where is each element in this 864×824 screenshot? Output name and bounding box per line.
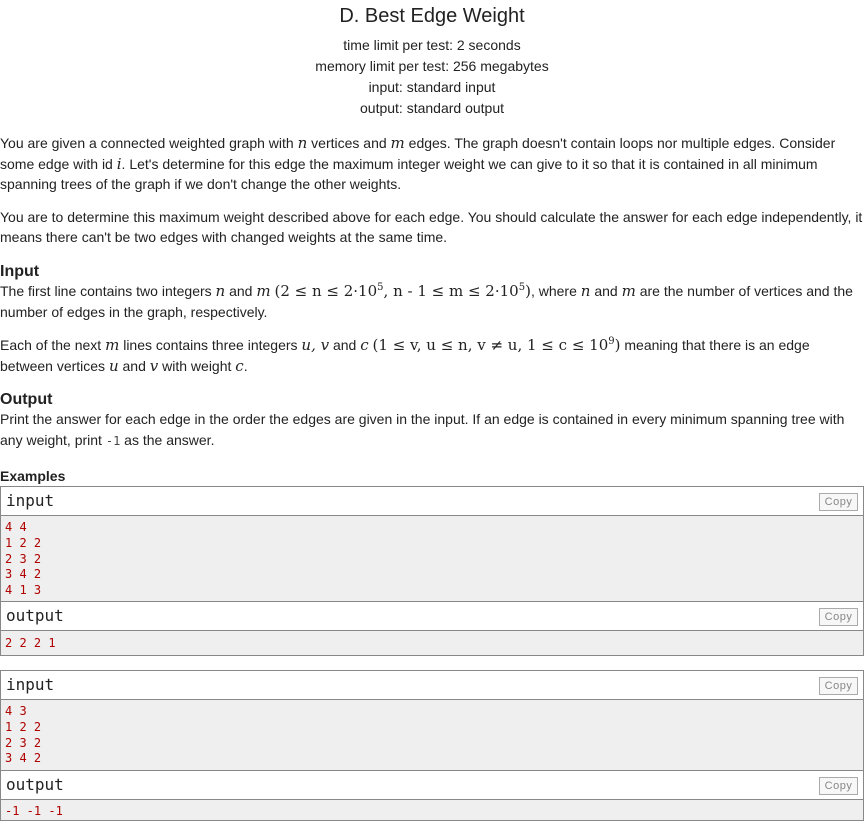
output-section: Output Print the answer for each edge in…	[0, 390, 864, 451]
text: and	[590, 283, 622, 299]
statement-paragraph-2: You are to determine this maximum weight…	[0, 208, 863, 246]
text: , where	[530, 283, 581, 299]
example-output-header: output Copy	[1, 771, 863, 800]
output-section-title: Output	[0, 391, 53, 408]
text: Each of the next	[0, 337, 106, 353]
math-u: u	[108, 356, 119, 375]
code-line: 2 3 2	[5, 735, 42, 750]
code-line: 1 2 2	[5, 719, 42, 734]
input-label: input	[6, 491, 55, 510]
math: (1 ≤ v, u ≤ n, v ≠ u, 1 ≤ c ≤ 10	[372, 336, 609, 354]
text: as the answer.	[120, 431, 215, 448]
input-section-title: Input	[0, 263, 40, 280]
input-spec: input: standard input	[368, 79, 496, 95]
math-c: c	[235, 356, 244, 375]
text: You are given a connected weighted graph…	[0, 135, 298, 151]
code-line: 3 4 2	[5, 751, 42, 766]
example-input-header: input Copy	[1, 671, 863, 700]
output-label: output	[6, 775, 64, 794]
math-n: n	[297, 134, 308, 152]
constraint-nm: (2 ≤ n ≤ 2·105, n - 1 ≤ m ≤ 2·105)	[274, 282, 530, 300]
output-label: output	[6, 606, 64, 625]
limits-block: time limit per test: 2 seconds memory li…	[0, 35, 864, 119]
input-line-1: The first line contains two integers n a…	[0, 281, 864, 322]
copy-button[interactable]: Copy	[819, 677, 858, 695]
example-input-header: input Copy	[1, 487, 863, 516]
math-c: c	[360, 336, 369, 354]
math: (2 ≤ n ≤ 2·10	[274, 282, 378, 300]
example-output-body[interactable]: 2 2 2 1	[1, 631, 863, 655]
code-line: 4 1 3	[5, 583, 42, 598]
input-section: Input The first line contains two intege…	[0, 262, 864, 376]
math-v: v	[149, 356, 159, 375]
code-line: 2 2 2 1	[5, 636, 56, 650]
examples-title: Examples	[0, 468, 66, 484]
code-line: 2 3 2	[5, 551, 42, 566]
constraint-uvc: (1 ≤ v, u ≤ n, v ≠ u, 1 ≤ c ≤ 109)	[373, 336, 621, 354]
copy-button[interactable]: Copy	[819, 493, 858, 511]
math-m: m	[621, 282, 636, 300]
code-line: 4 4	[5, 520, 27, 534]
math-m: m	[390, 134, 405, 152]
math: , n - 1 ≤ m ≤ 2·10	[383, 282, 519, 300]
problem-title: D. Best Edge Weight	[339, 5, 525, 27]
text: and	[329, 337, 361, 353]
statement: You are given a connected weighted graph…	[0, 133, 864, 248]
text: .	[243, 357, 248, 374]
math-m: m	[105, 336, 120, 354]
copy-button[interactable]: Copy	[819, 608, 858, 626]
code-line: 1 2 2	[5, 535, 42, 550]
output-spec: output: standard output	[360, 100, 504, 116]
code-line: 4 3	[5, 704, 27, 718]
text: . Let's determine for this edge the maxi…	[0, 155, 818, 193]
example-2: input Copy 4 3 1 2 2 2 3 2 3 4 2 output …	[0, 670, 864, 821]
statement-paragraph-1: You are given a connected weighted graph…	[0, 133, 864, 195]
code-line: -1 -1 -1	[5, 804, 63, 818]
text: and	[225, 283, 257, 299]
text: lines contains three integers	[119, 337, 302, 353]
example-1: input Copy 4 4 1 2 2 2 3 2 3 4 2 4 1 3 o…	[0, 486, 864, 656]
math-uv: u, v	[301, 336, 330, 354]
text: and	[118, 357, 150, 374]
problem-header: D. Best Edge Weight time limit per test:…	[0, 2, 864, 119]
text: with weight	[158, 357, 236, 374]
example-output-header: output Copy	[1, 602, 863, 631]
math-m: m	[256, 282, 271, 300]
math-n: n	[580, 282, 591, 300]
example-input-body[interactable]: 4 3 1 2 2 2 3 2 3 4 2	[1, 700, 863, 770]
inline-code: -1	[105, 433, 121, 448]
example-output-body[interactable]: -1 -1 -1	[1, 800, 863, 820]
time-limit: time limit per test: 2 seconds	[343, 37, 521, 53]
copy-button[interactable]: Copy	[819, 777, 858, 795]
text: vertices and	[307, 135, 391, 151]
math-n: n	[215, 282, 226, 300]
input-label: input	[6, 675, 55, 694]
example-input-body[interactable]: 4 4 1 2 2 2 3 2 3 4 2 4 1 3	[1, 516, 863, 601]
code-line: 3 4 2	[5, 567, 42, 582]
text: The first line contains two integers	[0, 283, 216, 299]
output-text: Print the answer for each edge in the or…	[0, 409, 864, 451]
memory-limit: memory limit per test: 256 megabytes	[315, 58, 549, 74]
input-line-2: Each of the next m lines contains three …	[0, 335, 864, 376]
